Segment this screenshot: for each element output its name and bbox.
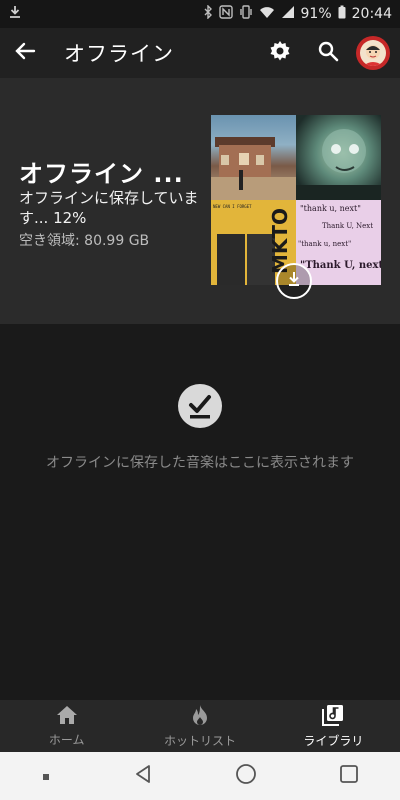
download-arrow-icon [285,270,303,292]
offline-check-icon [177,383,223,429]
album-grid-text: NEW CAN I FORGET [213,204,252,209]
nav-hotlist[interactable]: ホットリスト [133,700,266,752]
download-icon [8,5,22,23]
page-title: オフライン [64,42,174,66]
album-art-1 [211,115,296,200]
nav-home-label: ホーム [48,732,85,747]
status-bar: 91% 20:44 [0,0,400,28]
album-art-2 [296,115,381,200]
wifi-icon [259,5,275,23]
flame-icon [191,704,209,730]
system-overview-icon[interactable] [339,764,359,788]
settings-gear-icon [268,39,292,67]
system-home-icon[interactable] [235,763,257,789]
nav-library[interactable]: ライブラリ [267,700,400,752]
bluetooth-icon [203,4,213,23]
empty-state-message: オフラインに保存した音楽はここに表示されます [46,455,354,471]
nfc-icon [218,5,233,23]
album-text-1: "thank u, next" [300,204,361,213]
recent-dot-icon[interactable] [41,767,51,786]
back-arrow-icon [14,40,36,66]
free-space: 空き領域: 80.99 GB [19,233,150,249]
album-text-4: "Thank U, next" [300,260,381,271]
album-text-2: Thank U, Next [322,222,374,230]
bottom-nav: ホーム ホットリスト ライブラリ [0,700,400,752]
back-button[interactable] [0,28,50,78]
settings-button[interactable] [256,29,304,77]
search-button[interactable] [304,29,352,77]
offline-title: オフライン ... [19,160,184,188]
system-nav-bar [0,752,400,800]
system-back-icon[interactable] [133,764,153,788]
signal-icon [281,5,295,23]
nav-home[interactable]: ホーム [0,700,133,752]
nav-library-label: ライブラリ [303,733,364,748]
album-text-3: "thank u, next" [298,240,352,248]
battery-icon [338,5,346,23]
battery-percent: 91% [300,6,332,22]
app-bar: オフライン [0,28,400,78]
nav-hotlist-label: ホットリスト [163,733,236,748]
album-art-collage[interactable]: NEW CAN I FORGET MKTO "thank u, next" Th… [211,115,381,285]
home-icon [56,705,78,729]
vibrate-icon [239,5,253,23]
offline-header-card: オフライン ... オフラインに保存していま す... 12% 空き領域: 80… [0,78,400,324]
avatar[interactable] [356,36,390,70]
avatar-image [360,40,386,66]
clock: 20:44 [351,6,392,22]
offline-status: オフラインに保存していま す... 12% [19,189,199,227]
download-progress-indicator [276,263,312,299]
search-icon [317,40,339,66]
library-icon [322,704,344,730]
